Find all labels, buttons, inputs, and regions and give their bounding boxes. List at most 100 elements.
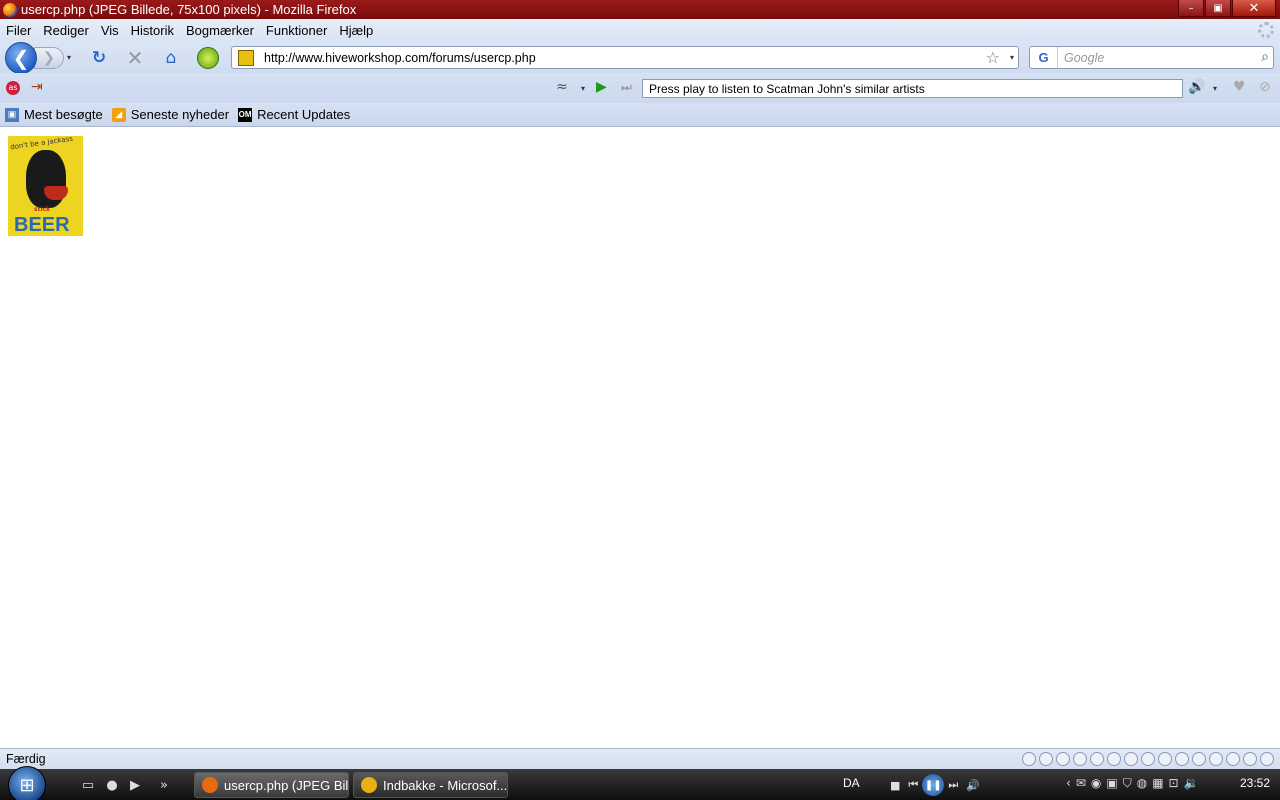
rss-feed-icon: ◢ [111,107,126,122]
menu-tools[interactable]: Funktioner [266,23,327,38]
tray-expand-icon[interactable]: ‹ [1066,776,1071,791]
player-status-field: Press play to listen to Scatman John's s… [642,79,1183,98]
start-button[interactable]: ⊞ [8,766,46,800]
taskbar-item-firefox[interactable]: usercp.php (JPEG Bil... [194,772,349,798]
search-engine-icon[interactable]: G [1030,47,1058,68]
image-stick-text: stick [34,206,51,213]
menu-history[interactable]: Historik [131,23,174,38]
previous-icon[interactable]: ⏮ [908,778,918,792]
most-visited-icon: ▣ [5,107,19,122]
status-icons [1019,752,1274,766]
om-logo-icon: OM [238,107,253,122]
bookmark-label: Mest besøgte [24,107,103,122]
minimize-button[interactable]: – [1178,0,1204,17]
media-player-mini-toolbar: ■ ⏮ ❚❚ ⏭ 🔊 [890,773,1060,797]
taskbar: ⊞ ▭ ● ▶ » usercp.php (JPEG Bil... Indbak… [0,766,1280,800]
firefox-icon [202,777,218,793]
bookmark-most-visited[interactable]: ▣ Mest besøgte [5,107,103,122]
mail-tray-icon[interactable]: ✉ [1076,776,1086,791]
maximize-button[interactable]: ▣ [1205,0,1231,17]
lastfm-icon[interactable]: as [6,81,20,95]
media-control-icon[interactable] [1073,752,1087,766]
history-dropdown-icon[interactable]: ▾ [67,53,71,62]
bookmark-latest-news[interactable]: ◢ Seneste nyheder [111,107,229,122]
window-controls: – ▣ ✕ [1177,0,1276,17]
search-input[interactable]: Google [1064,51,1104,65]
page-content: don't be a jackass stick BEER [0,128,1280,748]
menu-file[interactable]: Filer [6,23,31,38]
tray-app-icon[interactable]: ▣ [1106,776,1117,791]
media-control-icon[interactable] [1243,752,1257,766]
menu-edit[interactable]: Rediger [43,23,89,38]
shield-icon[interactable]: ⛉ [1123,776,1132,791]
language-indicator[interactable]: DA [843,776,860,790]
player-toolbar: as ⇥ ≈ ▾ ▶ ⏭ Press play to listen to Sca… [0,73,1280,103]
stop-icon[interactable]: ■ [890,779,900,792]
reload-button[interactable]: ↻ [89,48,109,68]
navigation-toolbar: ❯ ❮ ▾ ↻ ✕ ⌂ http://www.hiveworkshop.com/… [0,41,1280,74]
status-bar: Færdig [0,748,1280,769]
forward-button[interactable]: ❯ [34,47,64,69]
jpeg-image: don't be a jackass stick BEER [8,136,83,236]
url-dropdown-icon[interactable]: ▾ [1010,53,1014,62]
task-label: usercp.php (JPEG Bil... [224,777,349,793]
address-bar[interactable]: http://www.hiveworkshop.com/forums/userc… [231,46,1019,69]
network-icon[interactable]: ⊡ [1169,776,1179,791]
play-button[interactable]: ▶ [596,79,607,95]
image-top-text: don't be a jackass [9,136,74,152]
media-player-quicklaunch-icon[interactable]: ▶ [127,777,143,793]
home-button[interactable]: ⌂ [161,48,181,68]
tray-app-icon[interactable]: ◉ [1091,776,1101,791]
search-icon[interactable]: ⌕ [1261,49,1269,65]
volume-tray-icon[interactable]: 🔉 [1184,776,1199,791]
menu-help[interactable]: Hjælp [339,23,373,38]
media-control-icon[interactable] [1175,752,1189,766]
media-control-icon[interactable] [1056,752,1070,766]
pause-button[interactable]: ❚❚ [922,774,945,796]
tray-app-icon[interactable]: ▦ [1152,776,1163,791]
tray-app-icon[interactable]: ◍ [1137,776,1147,791]
media-control-icon[interactable] [1141,752,1155,766]
volume-dropdown-icon[interactable]: ▾ [1213,84,1217,93]
quicklaunch-more-icon[interactable]: » [156,777,172,793]
media-control-icon[interactable] [1209,752,1223,766]
bookmark-label: Recent Updates [257,107,351,122]
close-button[interactable]: ✕ [1232,0,1276,17]
media-control-icon[interactable] [1039,752,1053,766]
media-control-icon[interactable] [1192,752,1206,766]
url-input[interactable]: http://www.hiveworkshop.com/forums/userc… [264,51,536,65]
taskbar-item-outlook[interactable]: Indbakke - Microsof... [353,772,508,798]
bookmark-star-icon[interactable]: ☆ [986,48,1000,67]
media-control-icon[interactable] [1022,752,1036,766]
image-beer-text: BEER [14,214,70,236]
media-control-icon[interactable] [1124,752,1138,766]
menu-bookmarks[interactable]: Bogmærker [186,23,254,38]
show-desktop-icon[interactable]: ▭ [80,777,96,793]
love-icon[interactable]: ♥ [1233,79,1246,95]
media-control-icon[interactable] [1107,752,1121,766]
back-button[interactable]: ❮ [5,42,37,74]
menu-view[interactable]: Vis [101,23,119,38]
outlook-icon [361,777,377,793]
bookmark-recent-updates[interactable]: OM Recent Updates [238,107,350,122]
media-control-icon[interactable] [1090,752,1104,766]
search-bar[interactable]: G Google ⌕ [1029,46,1274,69]
addon-icon[interactable] [197,47,219,69]
radio-icon[interactable]: ≈ [556,79,568,95]
media-control-icon[interactable] [1158,752,1172,766]
volume-icon[interactable]: 🔊 [1188,79,1205,95]
ban-icon[interactable]: ⊘ [1259,79,1271,95]
stop-button[interactable]: ✕ [125,46,145,70]
mail-icon[interactable] [1260,752,1274,766]
task-label: Indbakke - Microsof... [383,777,508,793]
next-icon[interactable]: ⏭ [948,778,958,792]
firefox-quicklaunch-icon[interactable]: ● [104,777,120,793]
menu-bar: Filer Rediger Vis Historik Bogmærker Fun… [0,19,1280,41]
volume-icon[interactable]: 🔊 [966,779,980,792]
exit-icon[interactable]: ⇥ [31,79,43,95]
clock[interactable]: 23:52 [1240,776,1270,790]
media-control-icon[interactable] [1226,752,1240,766]
radio-dropdown-icon[interactable]: ▾ [581,84,585,93]
skip-button[interactable]: ⏭ [621,80,632,95]
horse-mouth-graphic [44,186,68,200]
